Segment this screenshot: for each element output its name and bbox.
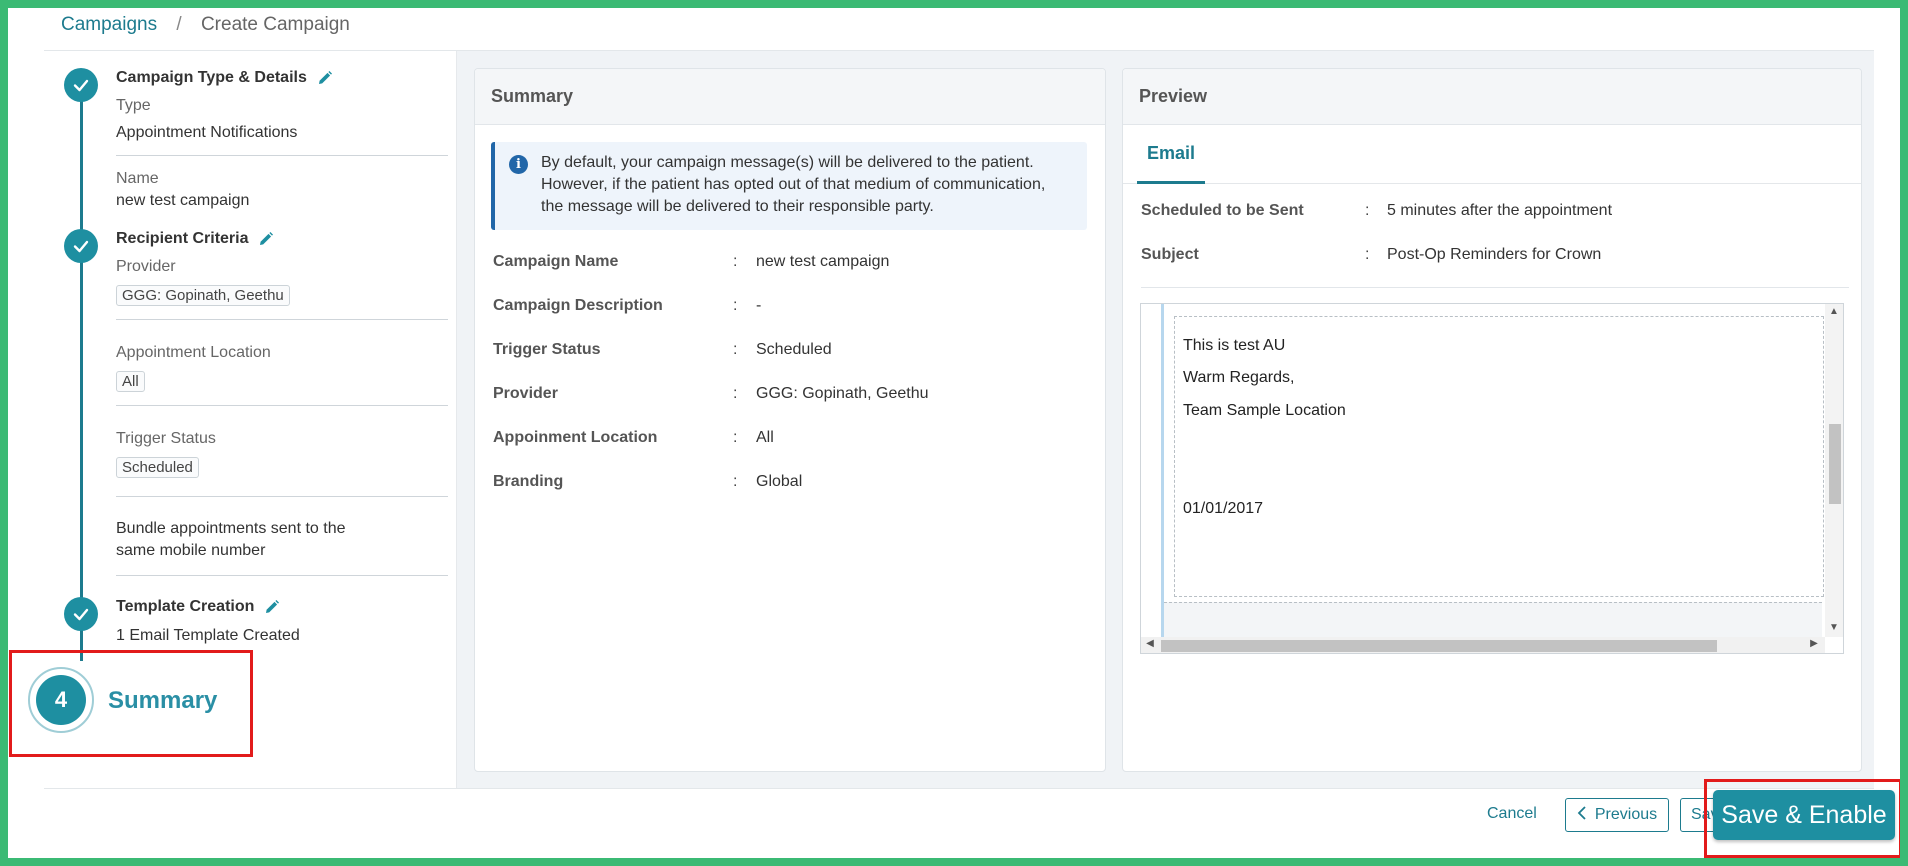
divider — [1141, 287, 1849, 288]
breadcrumb-campaigns-link[interactable]: Campaigns — [61, 14, 157, 35]
scroll-left-icon[interactable]: ◀ — [1141, 638, 1159, 649]
breadcrumb: Campaigns / Create Campaign — [61, 14, 350, 36]
step1-pencil-icon[interactable] — [317, 70, 333, 86]
row-label: Campaign Name — [493, 253, 619, 270]
step1-type-value: Appointment Notifications — [116, 124, 298, 141]
info-line: the message will be delivered to their r… — [541, 198, 934, 215]
step3-title-text: Template Creation — [116, 598, 255, 615]
step2-location-label: Appointment Location — [116, 344, 271, 361]
row-label: Scheduled to be Sent — [1141, 202, 1304, 219]
row-value: Global — [756, 473, 803, 490]
step2-check-icon — [64, 229, 98, 263]
row-colon: : — [1365, 246, 1370, 263]
step2-title-text: Recipient Criteria — [116, 230, 249, 247]
preview-panel: Preview Email Scheduled to be Sent : 5 m… — [1122, 68, 1862, 772]
step2-provider-label: Provider — [116, 258, 176, 275]
divider — [116, 319, 448, 320]
step3-check-icon — [64, 597, 98, 631]
horizontal-scrollbar[interactable]: ◀ ▶ — [1141, 637, 1825, 653]
row-label: Appoinment Location — [493, 429, 658, 446]
scroll-down-icon[interactable]: ▼ — [1825, 622, 1843, 633]
step2-trigger-label: Trigger Status — [116, 430, 216, 447]
step1-check-icon — [64, 68, 98, 102]
email-preview-editor[interactable]: This is test AU Warm Regards, Team Sampl… — [1140, 303, 1844, 654]
step2-title: Recipient Criteria — [116, 230, 274, 248]
stepper-line — [80, 101, 83, 661]
previous-button[interactable]: Previous — [1565, 798, 1669, 832]
step1-title-text: Campaign Type & Details — [116, 69, 307, 86]
email-body-line: This is test AU — [1183, 337, 1286, 354]
row-label: Branding — [493, 473, 564, 490]
vertical-scroll-thumb[interactable] — [1829, 424, 1841, 504]
row-label: Campaign Description — [493, 297, 663, 314]
row-value: 5 minutes after the appointment — [1387, 202, 1613, 219]
step3-title: Template Creation — [116, 598, 280, 616]
info-box: i By default, your campaign message(s) w… — [491, 142, 1087, 230]
step2-location-chip: All — [116, 371, 145, 392]
step2-bundle-text-1: Bundle appointments sent to the — [116, 520, 346, 537]
email-body-line: Team Sample Location — [1183, 402, 1346, 419]
info-line: By default, your campaign message(s) wil… — [541, 154, 1034, 171]
scroll-right-icon[interactable]: ▶ — [1805, 638, 1823, 649]
row-colon: : — [733, 473, 738, 490]
breadcrumb-current: Create Campaign — [200, 14, 350, 35]
step3-value: 1 Email Template Created — [116, 627, 300, 644]
step1-title: Campaign Type & Details — [116, 69, 333, 87]
row-label: Provider — [493, 385, 558, 402]
summary-title: Summary — [475, 69, 1105, 125]
row-value: - — [756, 297, 762, 314]
row-label: Subject — [1141, 246, 1199, 263]
divider — [116, 496, 448, 497]
breadcrumb-separator: / — [176, 14, 182, 35]
previous-button-label: Previous — [1594, 806, 1658, 823]
step2-provider-chip: GGG: Gopinath, Geethu — [116, 285, 290, 306]
editor-footer-area — [1164, 602, 1822, 638]
step2-trigger-chip: Scheduled — [116, 457, 199, 478]
vertical-scrollbar[interactable]: ▲ ▼ — [1825, 304, 1843, 637]
row-colon: : — [1365, 202, 1370, 219]
divider — [116, 155, 448, 156]
info-icon: i — [509, 155, 528, 174]
step3-pencil-icon[interactable] — [264, 599, 280, 615]
step1-type-label: Type — [116, 97, 151, 114]
highlight-box-summary-step — [9, 650, 253, 757]
step1-name-value: new test campaign — [116, 192, 250, 209]
row-colon: : — [733, 385, 738, 402]
row-label: Trigger Status — [493, 341, 601, 358]
row-value: All — [756, 429, 774, 446]
horizontal-scroll-thumb[interactable] — [1161, 640, 1717, 652]
divider — [116, 405, 448, 406]
row-colon: : — [733, 341, 738, 358]
step2-pencil-icon[interactable] — [258, 231, 274, 247]
email-body-line: 01/01/2017 — [1183, 500, 1264, 517]
row-value: GGG: Gopinath, Geethu — [756, 385, 929, 402]
editor-gutter — [1161, 304, 1164, 637]
scroll-up-icon[interactable]: ▲ — [1825, 306, 1843, 317]
row-value: Scheduled — [756, 341, 832, 358]
preview-title: Preview — [1123, 69, 1861, 125]
info-text: By default, your campaign message(s) wil… — [541, 152, 1081, 218]
email-body-line: Warm Regards, — [1183, 369, 1295, 386]
preview-tabs: Email — [1123, 125, 1861, 184]
email-body: This is test AU Warm Regards, Team Sampl… — [1174, 316, 1824, 597]
row-value: Post-Op Reminders for Crown — [1387, 246, 1602, 263]
info-line: However, if the patient has opted out of… — [541, 176, 1046, 193]
row-colon: : — [733, 297, 738, 314]
step1-name-label: Name — [116, 170, 159, 187]
footer-divider — [44, 788, 1874, 789]
step2-bundle-text-2: same mobile number — [116, 542, 266, 559]
tab-email[interactable]: Email — [1137, 125, 1206, 184]
cancel-button[interactable]: Cancel — [1487, 805, 1537, 823]
highlight-box-save-enable — [1704, 779, 1902, 858]
chevron-left-icon — [1577, 805, 1587, 825]
row-value: new test campaign — [756, 253, 890, 270]
summary-panel: Summary i By default, your campaign mess… — [474, 68, 1106, 772]
divider — [116, 575, 448, 576]
row-colon: : — [733, 429, 738, 446]
row-colon: : — [733, 253, 738, 270]
